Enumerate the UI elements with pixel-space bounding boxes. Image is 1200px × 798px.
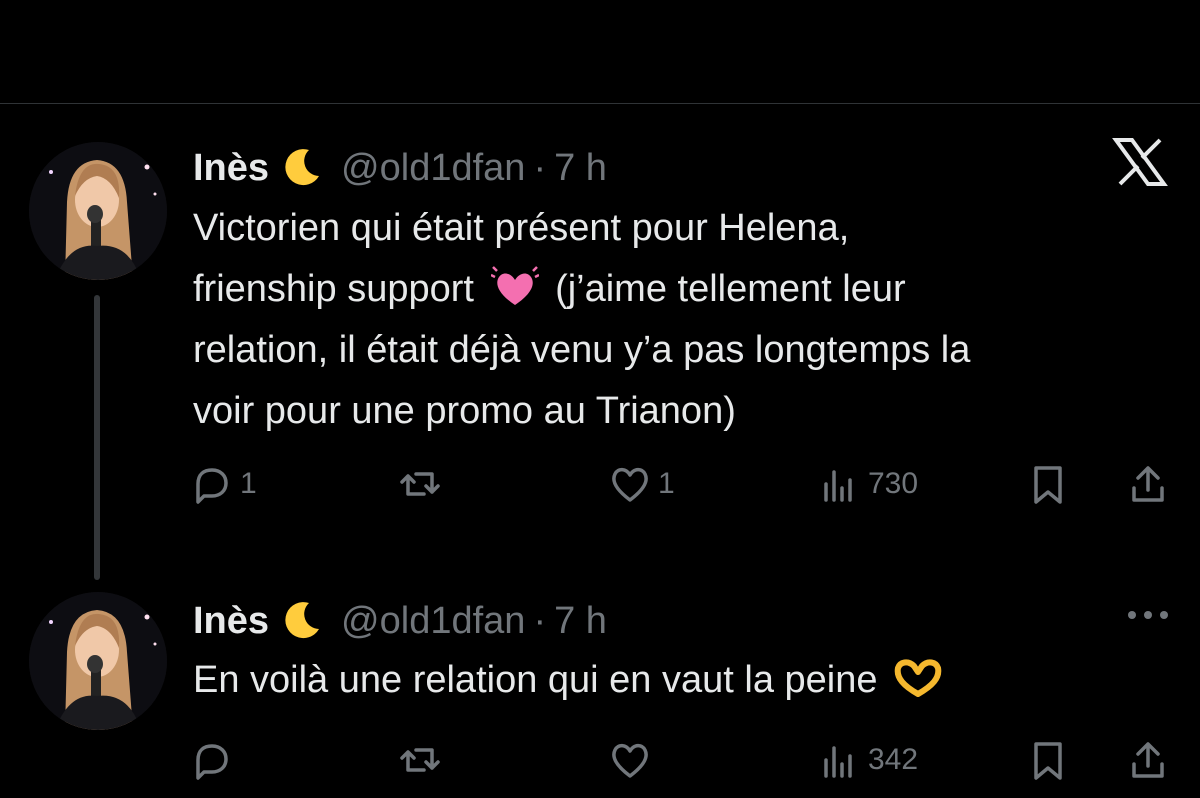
text-segment: frienship support bbox=[193, 268, 474, 310]
heart-icon bbox=[612, 467, 648, 502]
thread-line bbox=[94, 295, 100, 580]
share-icon bbox=[1132, 742, 1164, 778]
like-count: 1 bbox=[658, 467, 675, 500]
author-name[interactable]: Inès bbox=[193, 600, 269, 643]
tweet-text: En voilà une relation qui en vaut la pei… bbox=[193, 650, 1183, 711]
text-line: relation, il était déjà venu y’a pas lon… bbox=[193, 329, 971, 371]
reply-button[interactable] bbox=[190, 738, 240, 782]
text-line: En voilà une relation qui en vaut la pei… bbox=[193, 650, 1183, 711]
tweet-header: Inès @old1dfan · 7 h bbox=[193, 140, 607, 190]
reply-button[interactable]: 1 bbox=[190, 462, 257, 506]
like-button[interactable] bbox=[608, 738, 658, 782]
text-segment: En voilà une relation qui en vaut la pei… bbox=[193, 659, 878, 701]
bookmark-icon bbox=[1034, 742, 1062, 780]
bookmark-button[interactable] bbox=[1026, 738, 1070, 782]
views-button[interactable]: 342 bbox=[818, 738, 918, 782]
views-icon bbox=[824, 470, 852, 502]
author-handle[interactable]: @old1dfan bbox=[341, 147, 525, 190]
separator-dot: · bbox=[533, 600, 547, 642]
share-button[interactable] bbox=[1126, 738, 1170, 782]
author-name[interactable]: Inès bbox=[193, 147, 269, 190]
text-line: voir pour une promo au Trianon) bbox=[193, 390, 736, 432]
top-bar bbox=[0, 0, 1200, 104]
share-button[interactable] bbox=[1126, 462, 1170, 506]
reply-icon bbox=[196, 744, 228, 780]
timestamp[interactable]: 7 h bbox=[554, 600, 607, 643]
bookmark-icon bbox=[1034, 466, 1062, 504]
avatar[interactable] bbox=[29, 592, 167, 730]
separator-dot: · bbox=[533, 147, 547, 189]
x-logo-icon[interactable] bbox=[1112, 138, 1168, 186]
text-line: frienship support (j’aime tellement leur bbox=[193, 259, 1183, 320]
views-icon bbox=[824, 746, 852, 778]
repost-button[interactable] bbox=[398, 738, 448, 782]
text-segment: (j’aime tellement leur bbox=[555, 268, 906, 310]
share-icon bbox=[1132, 466, 1164, 502]
tweet-actions: 342 bbox=[190, 738, 1180, 798]
author-handle[interactable]: @old1dfan bbox=[341, 600, 525, 643]
bookmark-button[interactable] bbox=[1026, 462, 1070, 506]
view-count: 730 bbox=[868, 467, 919, 500]
moon-emoji bbox=[283, 146, 323, 186]
more-options-icon[interactable] bbox=[1124, 600, 1172, 630]
like-button[interactable]: 1 bbox=[608, 462, 675, 506]
heart-hands-emoji bbox=[894, 656, 942, 698]
view-count: 342 bbox=[868, 743, 919, 776]
moon-emoji bbox=[283, 599, 323, 639]
repost-icon bbox=[400, 748, 440, 772]
timestamp[interactable]: 7 h bbox=[554, 147, 607, 190]
tweet-text: Victorien qui était présent pour Helena,… bbox=[193, 198, 1183, 442]
avatar[interactable] bbox=[29, 142, 167, 280]
repost-button[interactable] bbox=[398, 462, 448, 506]
tweet-header: Inès @old1dfan · 7 h bbox=[193, 593, 607, 643]
heart-icon bbox=[612, 743, 648, 778]
reply-count: 1 bbox=[240, 467, 257, 500]
views-button[interactable]: 730 bbox=[818, 462, 918, 506]
repost-icon bbox=[400, 472, 440, 496]
pink-heart-emoji bbox=[489, 265, 540, 307]
text-line: Victorien qui était présent pour Helena, bbox=[193, 207, 850, 249]
tweet-actions: 1 1 730 bbox=[190, 462, 1180, 522]
reply-icon bbox=[196, 468, 228, 504]
